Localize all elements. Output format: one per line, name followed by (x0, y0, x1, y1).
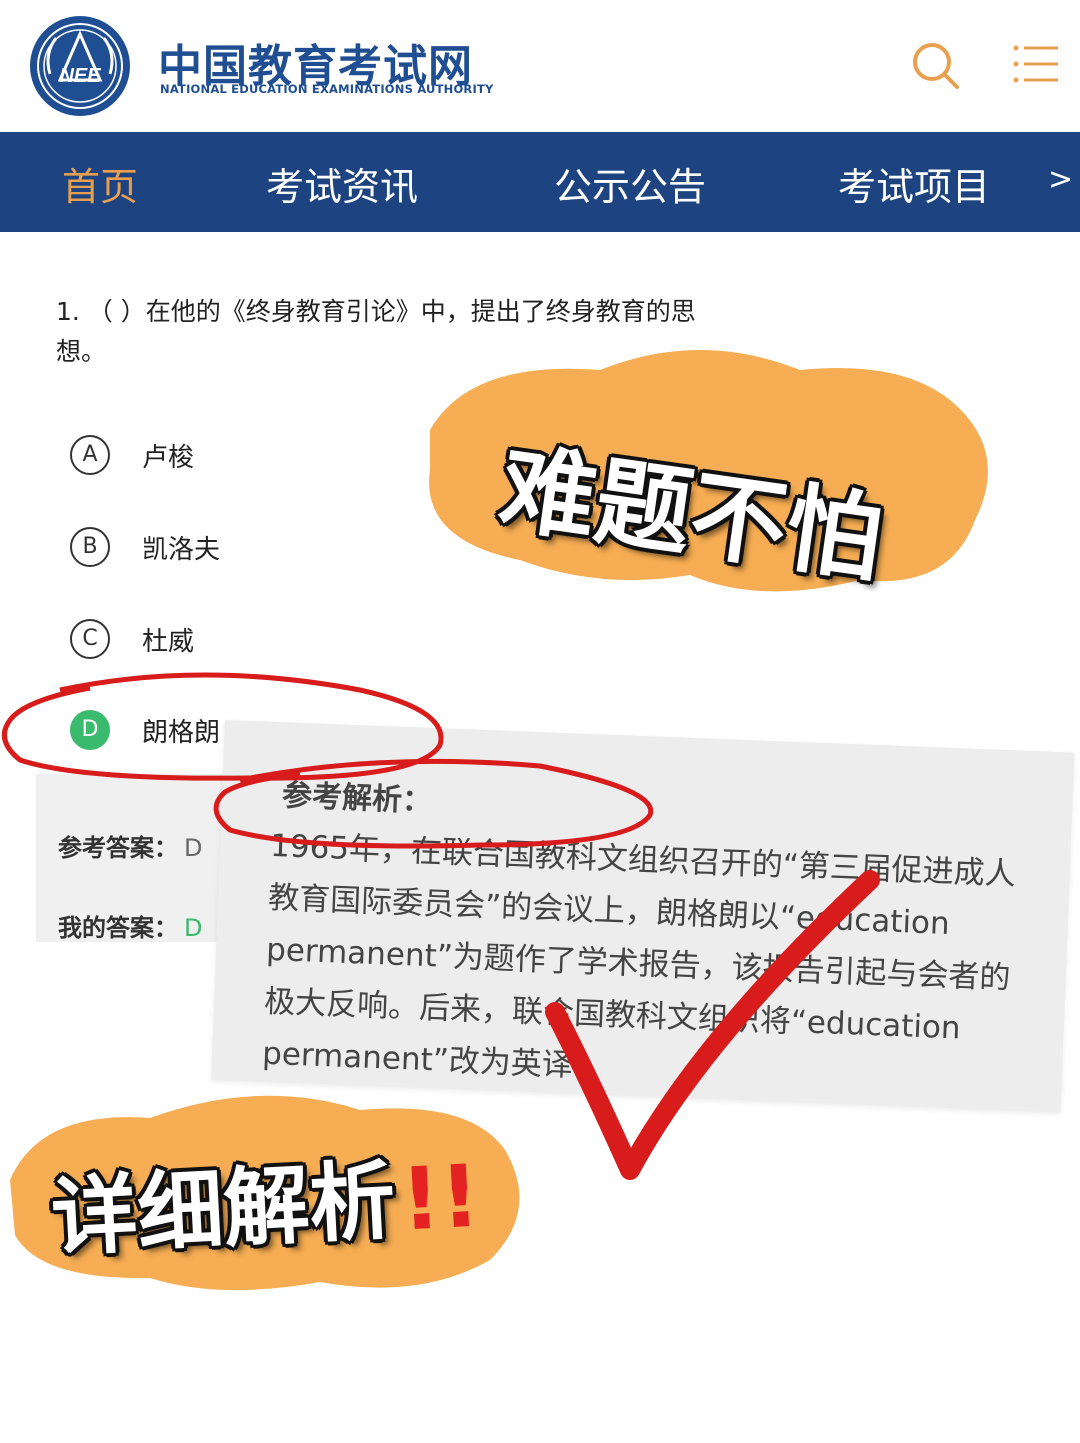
red-check-mark (545, 870, 880, 1180)
sticker-detailed-analysis: 详细解析!! (48, 1126, 482, 1273)
red-circle-analysis (213, 758, 654, 849)
sticker-exclaim: !! (398, 1146, 483, 1251)
sticker-bottom-text: 详细解析 (49, 1150, 398, 1269)
